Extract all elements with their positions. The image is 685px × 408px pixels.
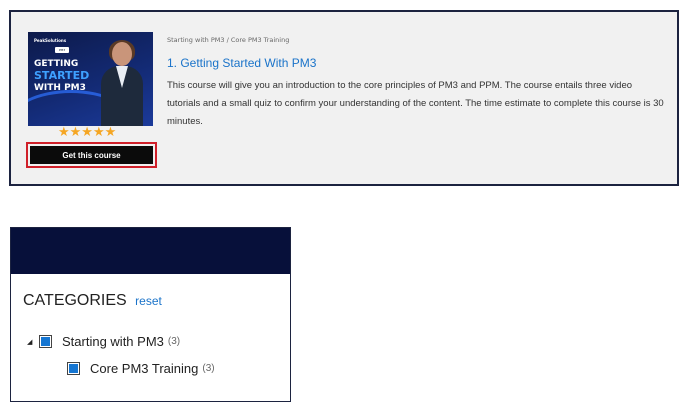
get-course-button-frame: Get this course (26, 142, 157, 168)
course-title-link[interactable]: 1. Getting Started With PM3 (167, 56, 316, 70)
categories-title-row: CATEGORIES reset (23, 292, 162, 310)
course-description: This course will give you an introductio… (167, 80, 664, 127)
thumbnail-text: GETTING STARTED WITH PM3 (34, 58, 89, 94)
category-item-core-pm3-training[interactable]: Core PM3 Training (3) (67, 361, 215, 376)
category-count: (3) (167, 336, 181, 347)
get-course-button[interactable]: Get this course (30, 146, 153, 164)
thumbnail-line-3: WITH PM3 (34, 83, 86, 93)
checkbox-checked-icon (69, 364, 78, 373)
category-label: Core PM3 Training (90, 361, 199, 376)
category-label: Starting with PM3 (62, 334, 164, 349)
course-thumbnail[interactable]: PeakSolutions PM3 GETTING STARTED WITH P… (28, 32, 153, 126)
course-card: PeakSolutions PM3 GETTING STARTED WITH P… (9, 10, 679, 186)
category-count: (3) (202, 363, 215, 374)
checkbox-checked-icon (41, 337, 50, 346)
category-checkbox[interactable] (67, 362, 80, 375)
thumbnail-logo: PeakSolutions (34, 38, 67, 43)
thumbnail-badge: PM3 (55, 47, 69, 53)
reset-link[interactable]: reset (135, 294, 162, 308)
rating-stars-icon: ★★★★★ (58, 125, 117, 140)
expand-toggle-icon[interactable]: ◢ (27, 338, 39, 346)
category-checkbox[interactable] (39, 335, 52, 348)
categories-panel: CATEGORIES reset ◢ Starting with PM3 (3)… (10, 227, 291, 402)
breadcrumb: Starting with PM3 / Core PM3 Training (167, 36, 290, 44)
thumbnail-line-2: STARTED (34, 69, 90, 82)
categories-header-bar (11, 228, 290, 274)
presenter-photo (97, 40, 147, 126)
categories-title: CATEGORIES (23, 292, 127, 309)
category-item-starting-with-pm3[interactable]: ◢ Starting with PM3 (3) (27, 334, 180, 349)
